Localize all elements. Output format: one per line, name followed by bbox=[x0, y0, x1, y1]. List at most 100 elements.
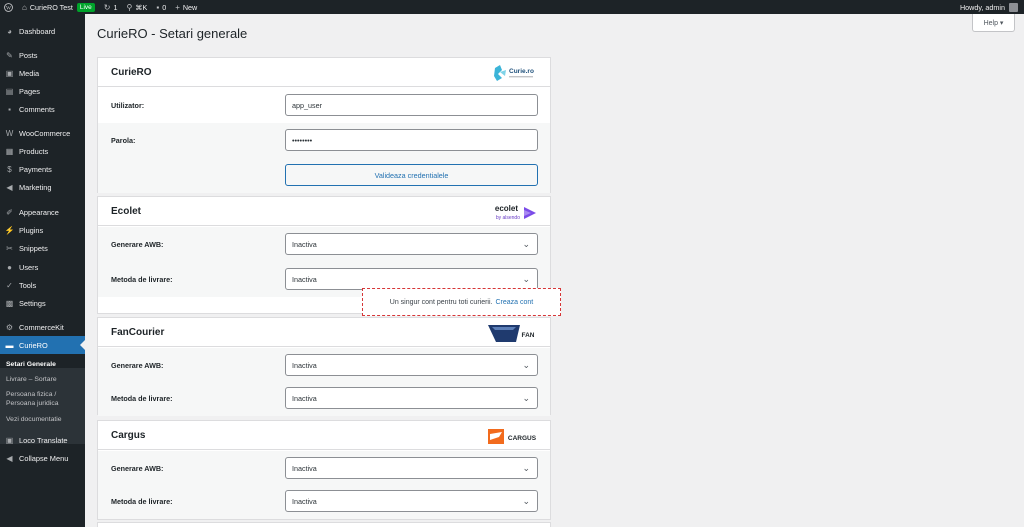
curiero-card: CurieRO Curie.ro Utilizator: app_user Pa… bbox=[97, 57, 551, 193]
menu-label: Appearance bbox=[19, 207, 59, 217]
truck-icon: ▬ bbox=[5, 340, 14, 350]
parola-input[interactable]: •••••••• bbox=[285, 129, 538, 151]
collapse-icon: ◀ bbox=[6, 453, 13, 463]
chevron-down-icon: ⌄ bbox=[522, 360, 530, 370]
select-value: Inactiva bbox=[292, 393, 317, 403]
select-value: Inactiva bbox=[292, 463, 317, 473]
new-content-link[interactable]: + New bbox=[175, 3, 197, 12]
chevron-down-icon: ⌄ bbox=[522, 274, 530, 284]
menu-item-marketing[interactable]: ◀ Marketing bbox=[0, 178, 85, 196]
row-metoda-livrare: Metoda de livrare: Inactiva ⌄ bbox=[98, 484, 550, 519]
page-title: CurieRO - Setari generale bbox=[97, 26, 248, 41]
scissors-icon: ✂ bbox=[6, 243, 13, 253]
menu-item-comments[interactable]: ▪ Comments bbox=[0, 100, 85, 118]
collapse-menu-button[interactable]: ◀ Collapse Menu bbox=[0, 449, 85, 467]
plus-icon: + bbox=[175, 2, 180, 12]
metoda-livrare-select[interactable]: Inactiva ⌄ bbox=[285, 387, 538, 409]
wrench-icon: ✓ bbox=[6, 280, 13, 290]
admin-sidebar: ◕ Dashboard ✎ Posts ▣ Media ▤ Pages ▪ Comment… bbox=[0, 14, 85, 527]
account-menu[interactable]: Howdy, admin bbox=[960, 0, 1018, 14]
menu-item-users[interactable]: ● Users bbox=[0, 258, 85, 276]
menu-item-snippets[interactable]: ✂ Snippets bbox=[0, 239, 85, 257]
metoda-livrare-label: Metoda de livrare: bbox=[111, 394, 173, 403]
curiero-logo: Curie.ro bbox=[492, 62, 538, 84]
parola-value: •••••••• bbox=[292, 135, 313, 145]
utilizator-input[interactable]: app_user bbox=[285, 94, 538, 116]
settings-icon: ▩ bbox=[5, 298, 14, 308]
fancourier-logo: FAN bbox=[486, 322, 540, 344]
menu-item-media[interactable]: ▣ Media bbox=[0, 64, 85, 82]
submenu-setari-generale[interactable]: Setari Generale bbox=[6, 361, 84, 370]
wordpress-logo-icon[interactable]: W bbox=[4, 2, 13, 12]
menu-label: Posts bbox=[19, 50, 38, 60]
pages-icon: ▤ bbox=[5, 86, 14, 96]
utilizator-label: Utilizator: bbox=[111, 101, 145, 110]
menu-item-curiero[interactable]: ▬ CurieRO bbox=[0, 336, 85, 354]
validate-credentials-button[interactable]: Valideaza credentialele bbox=[285, 164, 538, 186]
help-button[interactable]: Help ▾ bbox=[972, 14, 1015, 32]
menu-item-posts[interactable]: ✎ Posts bbox=[0, 46, 85, 64]
row-generare-awb: Generare AWB: Inactiva ⌄ bbox=[98, 348, 550, 383]
metoda-livrare-label: Metoda de livrare: bbox=[111, 497, 173, 506]
command-palette-link[interactable]: ⚲ ⌘K bbox=[127, 3, 148, 12]
menu-item-plugins[interactable]: ⚡ Plugins bbox=[0, 221, 85, 239]
chevron-down-icon: ⌄ bbox=[522, 496, 530, 506]
home-icon: ⌂ bbox=[22, 2, 27, 12]
menu-item-pages[interactable]: ▤ Pages bbox=[0, 82, 85, 100]
brush-icon: ✐ bbox=[6, 207, 13, 217]
comments-count: 0 bbox=[162, 2, 167, 12]
fancourier-card: FanCourier FAN Generare AWB: Inactiva ⌄ M… bbox=[97, 317, 551, 416]
select-value: Inactiva bbox=[292, 274, 317, 284]
menu-label: Settings bbox=[19, 298, 46, 308]
site-name: CurieRO Test bbox=[29, 2, 73, 12]
menu-label: Loco Translate bbox=[19, 435, 68, 445]
menu-label: Snippets bbox=[19, 243, 48, 253]
menu-label: WooCommerce bbox=[19, 128, 71, 138]
menu-label: Dashboard bbox=[19, 26, 56, 36]
row-metoda-livrare: Metoda de livrare: Inactiva ⌄ bbox=[98, 381, 550, 416]
card-header: Cargus CARGUS bbox=[98, 421, 550, 450]
account-note: Un singur cont pentru toti curierii. Crea… bbox=[362, 288, 561, 316]
menu-item-products[interactable]: ▦ Products bbox=[0, 142, 85, 160]
row-generare-awb: Generare AWB: Inactiva ⌄ bbox=[98, 451, 550, 486]
menu-item-settings[interactable]: ▩ Settings bbox=[0, 294, 85, 312]
submenu-persoana[interactable]: Persoana fizica / Persoana juridica bbox=[6, 391, 84, 408]
new-label: New bbox=[182, 2, 198, 12]
menu-item-dashboard[interactable]: ◕ Dashboard bbox=[0, 22, 85, 40]
metoda-livrare-select[interactable]: Inactiva ⌄ bbox=[285, 268, 538, 290]
row-generare-awb: Generare AWB: Inactiva ⌄ bbox=[98, 227, 550, 262]
menu-item-payments[interactable]: $ Payments bbox=[0, 160, 85, 178]
search-icon: ⚲ bbox=[126, 2, 133, 12]
users-icon: ● bbox=[7, 262, 12, 272]
menu-item-woocommerce[interactable]: W WooCommerce bbox=[0, 124, 85, 142]
menu-label: Collapse Menu bbox=[19, 453, 69, 463]
generare-awb-select[interactable]: Inactiva ⌄ bbox=[285, 233, 538, 255]
megaphone-icon: ◀ bbox=[6, 182, 13, 192]
generare-awb-select[interactable]: Inactiva ⌄ bbox=[285, 457, 538, 479]
card-title: Cargus bbox=[111, 430, 146, 441]
metoda-livrare-select[interactable]: Inactiva ⌄ bbox=[285, 490, 538, 512]
submenu-documentatie[interactable]: Vezi documentatie bbox=[6, 416, 84, 425]
menu-item-appearance[interactable]: ✐ Appearance bbox=[0, 203, 85, 221]
menu-label: CurieRO bbox=[19, 340, 48, 350]
media-icon: ▣ bbox=[5, 68, 14, 78]
chevron-down-icon: ⌄ bbox=[522, 463, 530, 473]
cargus-card: Cargus CARGUS Generare AWB: Inactiva ⌄ Me… bbox=[97, 420, 551, 520]
comments-link[interactable]: ▪ 0 bbox=[156, 3, 166, 12]
site-name-link[interactable]: ⌂ CurieRO Test Live bbox=[22, 2, 95, 12]
updates-link[interactable]: ↻ 1 bbox=[104, 3, 118, 12]
generare-awb-select[interactable]: Inactiva ⌄ bbox=[285, 354, 538, 376]
chevron-down-icon: ⌄ bbox=[522, 239, 530, 249]
menu-label: Users bbox=[19, 262, 39, 272]
menu-item-tools[interactable]: ✓ Tools bbox=[0, 276, 85, 294]
row-validate: Valideaza credentialele bbox=[98, 158, 550, 193]
updates-icon: ↻ bbox=[103, 2, 111, 12]
menu-item-commercekit[interactable]: ⚙ CommerceKit bbox=[0, 318, 85, 336]
submenu-livrare-sortare[interactable]: Livrare – Sortare bbox=[6, 376, 84, 385]
menu-item-loco-translate[interactable]: ▣ Loco Translate bbox=[0, 431, 85, 449]
creaza-cont-link[interactable]: Creaza cont bbox=[495, 299, 533, 306]
gear-icon: ⚙ bbox=[5, 322, 14, 332]
cargus-logo-text: CARGUS bbox=[508, 435, 537, 442]
woocommerce-icon: W bbox=[5, 128, 14, 138]
menu-label: Media bbox=[19, 68, 40, 78]
